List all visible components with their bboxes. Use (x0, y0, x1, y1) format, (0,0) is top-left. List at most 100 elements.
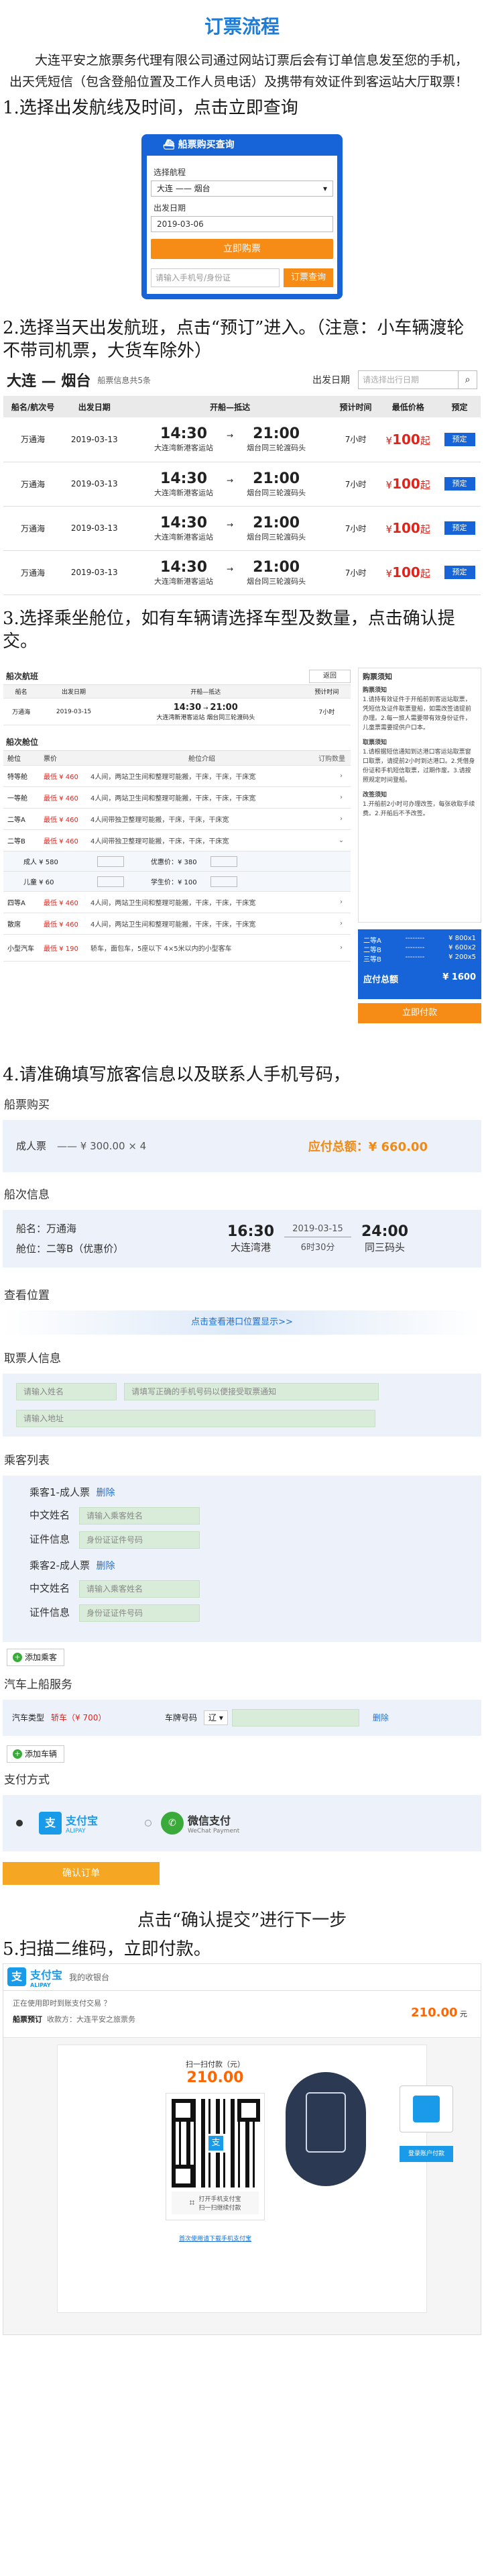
list-item[interactable]: 二等B 最低 ¥ 460 4人间带独卫整理可能搬，干床，干床，干床宽 ⌄ (3, 830, 351, 852)
search-icon[interactable]: ⌕ (459, 370, 477, 389)
route-bar: 大连 — 烟台 船票信息共5条 出发日期 请选择出行日期 ⌕ (0, 366, 484, 393)
passenger-id-input[interactable]: 身份证证件号码 (79, 1531, 200, 1549)
pay-now-button[interactable]: 立即付款 (358, 1002, 481, 1023)
chevron-down-icon: ⌄ (338, 837, 345, 844)
col-duration: 预计时间 (333, 396, 378, 417)
add-car-button[interactable]: + 添加车辆 (7, 1745, 65, 1763)
list-item[interactable]: 一等舱 最低 ¥ 460 4人间，两站卫生间和整理可能搬，干床，干床，干床宽 › (3, 787, 351, 809)
quantity-stepper[interactable] (97, 876, 124, 887)
alipay-logo-icon: 支 (39, 1811, 62, 1835)
col-price: 最低价格 (377, 396, 439, 417)
step-3: 3.选择乘坐舱位，如有车辆请选择车型及数量，点击确认提交。 (3, 608, 455, 652)
buy-now-button[interactable]: 立即购票 (151, 239, 333, 259)
cabin-title: 船次舱位 (3, 733, 351, 751)
book-button[interactable]: 预定 (444, 521, 475, 535)
route-name: 大连 — 烟台 (7, 373, 91, 390)
chevron-right-icon: › (340, 794, 343, 801)
fare-row: 儿童 ¥ 60 学生价：¥ 100 (3, 872, 351, 892)
pickup-info-box: 请输入姓名 请填写正确的手机号码以便接受取票通知 请输入地址 (3, 1373, 481, 1437)
add-passenger-button[interactable]: + 添加乘客 (7, 1648, 65, 1666)
alipay-logo-icon: 支 (7, 1967, 26, 1986)
date-label: 出发日期 (154, 203, 186, 213)
back-button[interactable]: 返回 (309, 669, 351, 683)
payment-app-card (400, 2085, 453, 2132)
alipay-option[interactable]: 支 支付宝 ALIPAY (39, 1811, 98, 1835)
step-5: 5.扫描二维码，立即付款。 (3, 1939, 211, 1959)
chevron-down-icon: ▾ (322, 184, 327, 193)
book-button[interactable]: 预定 (444, 477, 475, 491)
col-time: 开船—抵达 (126, 396, 334, 417)
radio-alipay[interactable] (16, 1819, 23, 1826)
delete-passenger-link[interactable]: 删除 (97, 1488, 115, 1498)
order-query-button[interactable]: 订票查询 (284, 268, 333, 287)
step-4: 4.请准确填写旅客信息以及联系人手机号码， (3, 1064, 351, 1085)
passenger-name-input[interactable]: 请输入乘客姓名 (79, 1506, 200, 1525)
cashier-label: 我的收银台 (69, 1972, 110, 1982)
section-payment: 支付方式 (4, 1773, 50, 1787)
phone-input[interactable]: 请输入手机号/身份证 (151, 268, 280, 287)
list-item[interactable]: 四等A 最低 ¥ 460 4人间，两站卫生间和整理可能搬，干床，干床，干床宽 › (3, 892, 351, 913)
plus-icon: + (13, 1749, 22, 1759)
list-item[interactable]: 小型汽车 最低 ¥ 190 轿车，面包车，5座以下 4×5米以内的小型客车 › (3, 935, 351, 962)
section-voyage-info: 船次信息 (4, 1188, 50, 1202)
step-1: 1.选择出发航线及时间，点击立即查询 (3, 98, 298, 118)
ticket-search-widget: ⛴ 船票购买查询 选择航程 大连 —— 烟台 ▾ 出发日期 2019-03-06… (141, 134, 343, 299)
list-item[interactable]: 散席 最低 ¥ 460 4人间，两站卫生间和整理可能搬，干床，干床，干床宽 › (3, 913, 351, 935)
col-action: 预定 (438, 396, 481, 417)
list-item[interactable]: 二等A 最低 ¥ 460 4人间带独卫整理可能搬，干床，干床，干床宽 › (3, 809, 351, 830)
table-row: 万通海 2019-03-13 14:30 大连湾新港客运站 → 21:00 烟台同三… (3, 417, 481, 462)
section-pickup-info: 取票人信息 (4, 1351, 61, 1366)
port-location-link[interactable]: 点击查看港口位置显示>> (3, 1310, 481, 1335)
pickup-address-input[interactable]: 请输入地址 (16, 1409, 375, 1427)
route-select[interactable]: 大连 —— 烟台 ▾ (151, 181, 333, 197)
download-link[interactable]: 首次使用请下载手机支付宝 (158, 2234, 272, 2243)
quantity-stepper[interactable] (210, 856, 237, 867)
delete-car-link[interactable]: 删除 (373, 1712, 389, 1723)
confirm-order-button[interactable]: 确认订单 (3, 1861, 160, 1885)
passenger-list: 乘客1-成人票 删除 中文姓名 请输入乘客姓名 证件信息 身份证证件号码 乘客2-成… (3, 1475, 481, 1642)
pickup-phone-input[interactable]: 请填写正确的手机号码以便接受取票通知 (124, 1382, 379, 1400)
plate-prefix-select[interactable]: 辽 ▾ (204, 1710, 228, 1725)
car-service-box: 汽车类型 轿车（¥ 700） 车牌号码 辽 ▾ 删除 (3, 1699, 481, 1736)
login-pay-button[interactable]: 登录账户付款 (400, 2145, 453, 2162)
passenger-id-input[interactable]: 身份证证件号码 (79, 1604, 200, 1622)
delete-passenger-link[interactable]: 删除 (97, 1561, 115, 1572)
ship-info-table: 船名 出发日期 开船—抵达 预计时间 万通海 2019-03-15 14:30 … (3, 684, 351, 725)
route-count: 船票信息共5条 (97, 375, 151, 385)
car-type-select[interactable]: 轿车（¥ 700） (51, 1712, 152, 1723)
payment-methods: 支 支付宝 ALIPAY ✆ 微信支付 WeChat Payment (3, 1794, 481, 1851)
page-title: 订票流程 (204, 15, 280, 38)
widget-header: ⛴ 船票购买查询 (147, 134, 337, 156)
wechat-logo-icon: ✆ (161, 1811, 184, 1835)
intro-text: 大连平安之旅票务代理有限公司通过网站订票后会有订单信息发至您的手机，出天凭短信（… (9, 53, 469, 89)
fare-row: 成人 ¥ 580 优惠价：¥ 380 (3, 852, 351, 872)
table-row: 万通海 2019-03-13 14:30 大连湾新港客运站 → 21:00 烟台同三… (3, 462, 481, 507)
date-input[interactable]: 2019-03-06 (151, 216, 333, 232)
pay-amount: 210.00 (186, 2069, 244, 2086)
book-button[interactable]: 预定 (444, 432, 475, 446)
list-item[interactable]: 特等舱 最低 ¥ 460 4人间，两站卫生间和整理可能搬，干床，干床，干床宽 › (3, 766, 351, 787)
radio-wechat[interactable] (145, 1819, 152, 1826)
wechat-option[interactable]: ✆ 微信支付 WeChat Payment (161, 1811, 239, 1835)
section-car-service: 汽车上船服务 (4, 1678, 72, 1692)
ship-icon: ⛴ (163, 140, 175, 150)
total-amount: 应付总额：¥ 660.00 (308, 1139, 428, 1154)
chevron-right-icon: › (340, 898, 343, 906)
ticket-purchase-box: 成人票 —— ¥ 300.00 × 4 应付总额：¥ 660.00 (3, 1119, 481, 1172)
chevron-right-icon: › (340, 772, 343, 780)
route-date-input[interactable]: 请选择出行日期 (358, 370, 459, 389)
voyage-info-box: 船名：万通海 舱位：二等B（优惠价） 16:30 大连湾港 2019-03-15… (3, 1209, 481, 1268)
scan-icon: ⌗ (189, 2197, 195, 2208)
book-button[interactable]: 预定 (444, 566, 475, 579)
quantity-stepper[interactable] (210, 876, 237, 887)
quantity-stepper[interactable] (97, 856, 124, 867)
pickup-name-input[interactable]: 请输入姓名 (16, 1382, 117, 1400)
route-label: 选择航程 (154, 168, 186, 177)
table-row: 万通海 2019-03-15 14:30 → 21:00 大连湾新港客运站 烟台… (3, 698, 351, 725)
route-date-label: 出发日期 (312, 375, 350, 386)
passenger-name-input[interactable]: 请输入乘客姓名 (79, 1580, 200, 1598)
seat-selection: 船次航班 返回 船名 出发日期 开船—抵达 预计时间 万通海 2019-03-1… (0, 667, 484, 1057)
step-submit-hint: 点击“确认提交”进行下一步 (137, 1910, 347, 1930)
ship-info-title: 船次航班 (6, 671, 39, 681)
plate-number-input[interactable] (231, 1708, 359, 1727)
